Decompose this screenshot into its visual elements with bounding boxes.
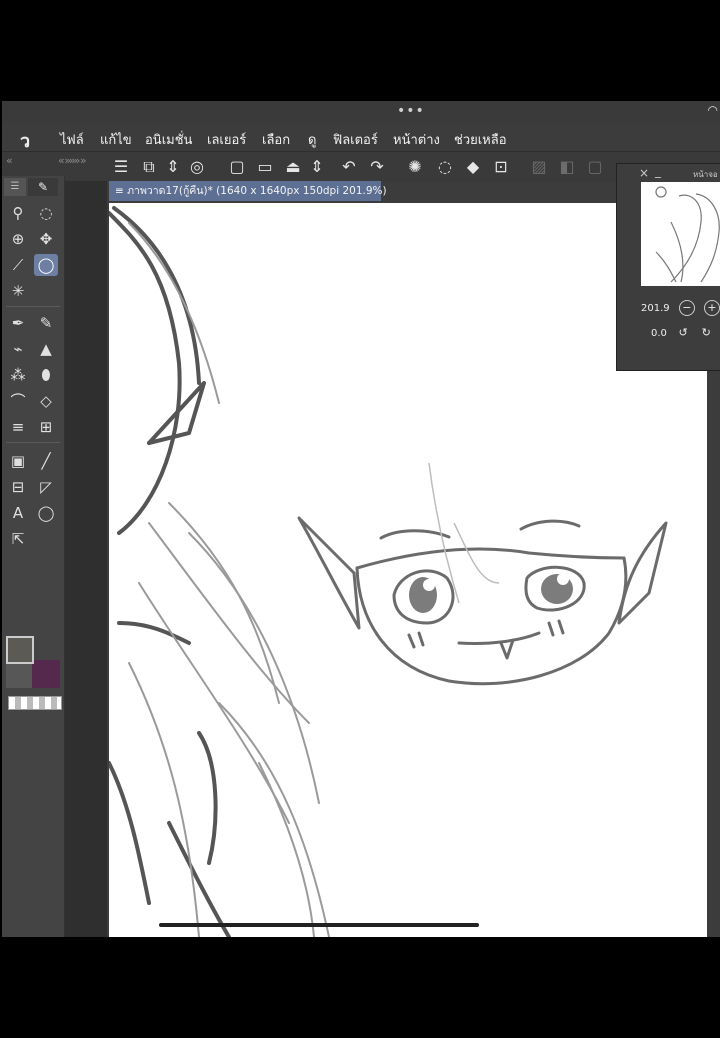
- eraser-icon[interactable]: ◇: [34, 390, 58, 412]
- grid-icon[interactable]: ⊞: [34, 416, 58, 438]
- navigator-panel: × _ หน้าจอ 201.9 − + 0.0 ↺ ↻: [616, 163, 720, 371]
- main-color-swatch[interactable]: [6, 636, 34, 664]
- disabled-1-icon: ▨: [531, 157, 547, 176]
- canvas-gutter: [65, 181, 107, 937]
- menu-bar: ว ไฟล์ แก้ไข อนิเมชั่น เลเยอร์ เลือก ดู …: [2, 123, 720, 152]
- blend-icon[interactable]: ⬮: [34, 364, 58, 386]
- marquee-icon[interactable]: ◌: [34, 202, 58, 224]
- transform-icon[interactable]: ⊡: [490, 156, 512, 178]
- frame-icon[interactable]: ⊟: [6, 476, 30, 498]
- airbrush-icon[interactable]: ▲: [34, 338, 58, 360]
- navigator-rotate-row: 0.0 ↺ ↻: [651, 326, 713, 340]
- transparent-color-swatch[interactable]: [8, 696, 62, 710]
- add-page-icon[interactable]: ▢: [226, 156, 248, 178]
- ink-icon[interactable]: ⌒: [6, 390, 30, 412]
- tool-separator: [6, 306, 60, 307]
- menu-icon[interactable]: ☰: [110, 156, 132, 178]
- window-top-strip: ••• ◠: [2, 101, 720, 123]
- menu-select[interactable]: เลือก: [262, 129, 290, 150]
- wifi-icon: ◠: [707, 103, 718, 117]
- selection-spin-icon[interactable]: ✺: [404, 156, 426, 178]
- menu-filter[interactable]: ฟิลเตอร์: [333, 129, 378, 150]
- tool-separator: [6, 442, 60, 443]
- navigator-zoom-value[interactable]: 201.9: [641, 303, 670, 314]
- command-bar: « « »»» » ☰ ⧉ ⇕ ◎ ▢ ▭ ⏏ ⇕ ↶ ↷ ✺ ◌ ◆ ⊡ ▨ …: [2, 151, 720, 182]
- hand-icon[interactable]: ⊕: [6, 228, 30, 250]
- menu-animation[interactable]: อนิเมชั่น: [145, 129, 192, 150]
- disabled-2-icon: ◧: [559, 157, 575, 176]
- stepper2-icon[interactable]: ⇕: [306, 156, 328, 178]
- magic-wand-icon[interactable]: ✳: [6, 280, 30, 302]
- zoom-icon[interactable]: ⚲: [6, 202, 30, 224]
- ruler-icon[interactable]: ◸: [34, 476, 58, 498]
- swatch-background: [6, 664, 32, 688]
- decoration-icon[interactable]: ⁂: [6, 364, 30, 386]
- navigator-minimize-icon[interactable]: _: [655, 164, 661, 178]
- brush-icon[interactable]: ⌁: [6, 338, 30, 360]
- horizontal-scrollbar[interactable]: [159, 923, 479, 927]
- operation-icon[interactable]: ⇱: [6, 528, 30, 550]
- menu-view[interactable]: ดู: [308, 129, 316, 150]
- stepper-icon[interactable]: ⇕: [162, 156, 184, 178]
- window-dots[interactable]: •••: [397, 103, 425, 119]
- text-icon[interactable]: A: [6, 502, 30, 524]
- canvas-icon[interactable]: ◎: [186, 156, 208, 178]
- pencil-icon[interactable]: ✎: [34, 312, 58, 334]
- fill-icon[interactable]: ◆: [462, 156, 484, 178]
- zoom-in-icon[interactable]: +: [704, 300, 720, 316]
- rotate-right-icon[interactable]: ↻: [699, 326, 713, 340]
- tool-palette: ☰ ✎ ⚲ ◌ ⊕ ✥ ⟋ ◯ ✳ ✒ ✎ ⌁ ▲ ⁂ ⬮ ⌒ ◇ ≡ ⊞ ▣ …: [2, 176, 65, 937]
- pen-icon[interactable]: ✒: [6, 312, 30, 334]
- lasso-icon[interactable]: ◯: [34, 254, 58, 276]
- tool-tab-pen-icon[interactable]: ✎: [28, 178, 58, 196]
- move-icon[interactable]: ✥: [34, 228, 58, 250]
- collapse-palette-icon[interactable]: « »»» »: [58, 154, 87, 167]
- navigator-title: หน้าจอ: [693, 170, 718, 179]
- lines-icon[interactable]: ≡: [6, 416, 30, 438]
- navigator-preview: [655, 186, 720, 283]
- sub-color-swatch[interactable]: [32, 660, 60, 688]
- document-tab[interactable]: ≡ ภาพวาด17(กู้คืน)* (1640 x 1640px 150dp…: [109, 181, 387, 201]
- navigator-zoom-row: 201.9 − +: [641, 300, 720, 316]
- undo-icon[interactable]: ↶: [338, 156, 360, 178]
- disabled-3-icon: ▢: [587, 157, 603, 176]
- balloon-icon[interactable]: ◯: [34, 502, 58, 524]
- app-window: ••• ◠ ว ไฟล์ แก้ไข อนิเมชั่น เลเยอร์ เลื…: [2, 101, 720, 937]
- menu-window[interactable]: หน้าต่าง: [393, 129, 440, 150]
- navigator-thumbnail[interactable]: [641, 182, 720, 286]
- zoom-out-icon[interactable]: −: [678, 300, 695, 316]
- save-icon[interactable]: ⏏: [282, 156, 304, 178]
- collapse-left-icon[interactable]: «: [6, 154, 13, 167]
- redo-icon[interactable]: ↷: [366, 156, 388, 178]
- rotate-left-icon[interactable]: ↺: [676, 326, 690, 340]
- menu-edit[interactable]: แก้ไข: [100, 129, 132, 150]
- navigator-close-icon[interactable]: ×: [639, 166, 649, 180]
- menu-help[interactable]: ช่วยเหลือ: [454, 129, 507, 150]
- menu-file[interactable]: ไฟล์: [60, 129, 84, 150]
- gradient-icon[interactable]: ▣: [6, 450, 30, 472]
- menu-layer[interactable]: เลเยอร์: [207, 129, 246, 150]
- line-icon[interactable]: ╱: [34, 450, 58, 472]
- open-icon[interactable]: ▭: [254, 156, 276, 178]
- tool-tab-menu[interactable]: ☰: [4, 178, 26, 196]
- clear-icon[interactable]: ◌: [434, 156, 456, 178]
- navigator-rotate-value[interactable]: 0.0: [651, 328, 667, 339]
- eyedropper-icon[interactable]: ⟋: [6, 254, 30, 276]
- new-doc-icon[interactable]: ⧉: [138, 156, 160, 178]
